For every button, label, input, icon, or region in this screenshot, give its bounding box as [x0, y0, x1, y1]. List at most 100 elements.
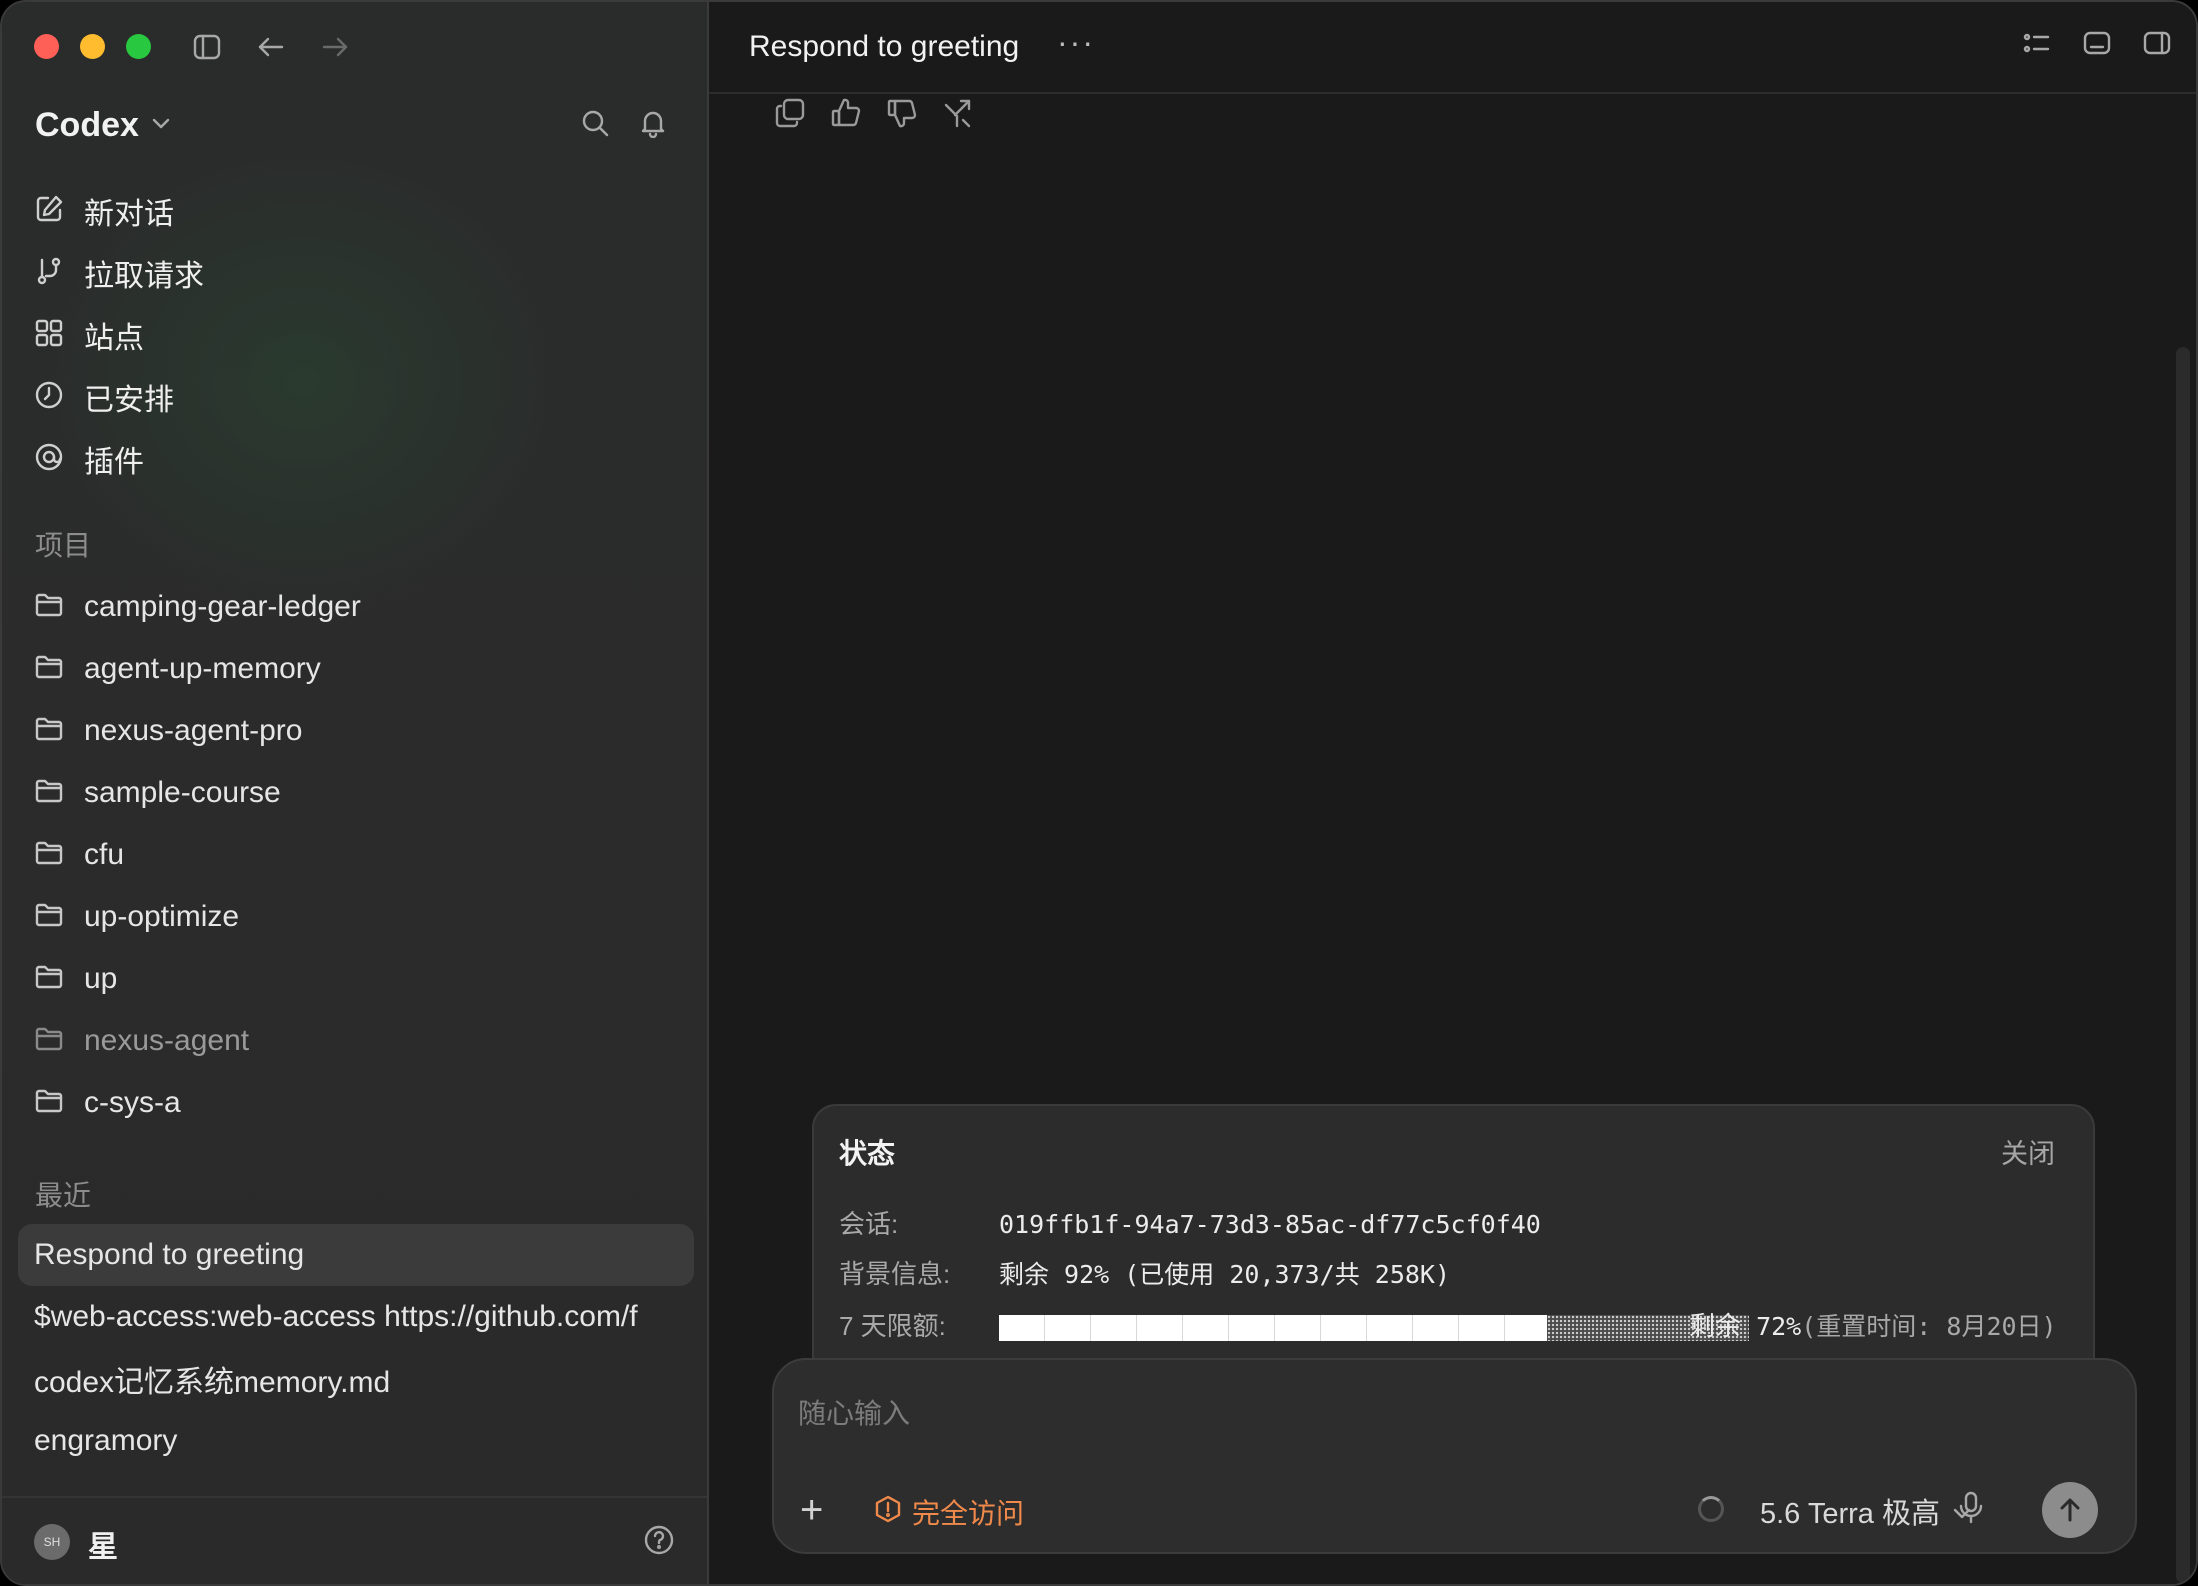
titlebar-actions [2022, 30, 2172, 61]
terminal-panel-icon[interactable] [2082, 30, 2112, 61]
project-item[interactable]: agent-up-memory [34, 638, 684, 700]
right-panel-icon[interactable] [2142, 30, 2172, 61]
nav-pull-requests[interactable]: 拉取请求 [34, 242, 684, 304]
folder-icon [34, 592, 64, 623]
recent-item[interactable]: Respond to greeting [18, 1224, 694, 1286]
main-pane: Respond to greeting ··· 状态 关闭 会话: 019ffb… [709, 2, 2196, 1584]
thumbs-up-icon[interactable] [829, 96, 863, 135]
compose-icon [34, 194, 64, 229]
project-name: camping-gear-ledger [84, 590, 361, 623]
folder-icon [34, 840, 64, 871]
project-list: camping-gear-ledger agent-up-memory nexu… [34, 576, 684, 1134]
loading-spinner-icon [1698, 1496, 1724, 1522]
context-label: 背景信息: [839, 1259, 951, 1289]
forward-arrow-icon[interactable] [318, 30, 352, 64]
recent-item[interactable]: engramory [18, 1410, 694, 1472]
project-item[interactable]: nexus-agent [34, 1010, 684, 1072]
back-arrow-icon[interactable] [254, 30, 288, 64]
close-status-button[interactable]: 关闭 [2001, 1132, 2055, 1171]
project-item[interactable]: c-sys-a [34, 1072, 684, 1134]
access-mode-button[interactable]: 完全访问 [874, 1492, 1024, 1532]
project-name: up [84, 962, 118, 995]
close-window-button[interactable] [34, 34, 59, 59]
recent-item[interactable]: $web-access:web-access https://github.co… [18, 1286, 694, 1348]
avatar[interactable]: SH [34, 1524, 70, 1560]
pull-request-icon [34, 256, 64, 291]
access-label: 完全访问 [912, 1498, 1025, 1529]
nav-label: 新对话 [84, 198, 174, 231]
project-item[interactable]: up [34, 948, 684, 1010]
plugin-icon [34, 442, 64, 477]
folder-icon [34, 902, 64, 933]
project-name: agent-up-memory [84, 652, 321, 685]
project-name: c-sys-a [84, 1086, 181, 1119]
project-item[interactable]: nexus-agent-pro [34, 700, 684, 762]
page-title: Respond to greeting [749, 30, 1020, 63]
copy-icon[interactable] [773, 96, 807, 135]
message-input[interactable]: 随心输入 [798, 1392, 910, 1432]
folder-icon [34, 716, 64, 747]
zoom-window-button[interactable] [126, 34, 151, 59]
send-button[interactable] [2042, 1482, 2098, 1538]
add-attachment-button[interactable]: + [800, 1490, 823, 1530]
recent-heading: 最近 [35, 1180, 92, 1211]
search-icon[interactable] [580, 108, 610, 143]
project-item[interactable]: up-optimize [34, 886, 684, 948]
recent-item[interactable]: codex记忆系统memory.md [18, 1348, 694, 1410]
account-bar: SH 星 [2, 1496, 707, 1584]
recent-list: Respond to greeting $web-access:web-acce… [18, 1224, 694, 1472]
nav-plugins[interactable]: 插件 [34, 428, 684, 490]
window-controls [34, 34, 151, 59]
nav-new-chat[interactable]: 新对话 [34, 180, 684, 242]
limit-reset: (重置时间: 8月20日) [1801, 1312, 2057, 1341]
nav-label: 拉取请求 [84, 260, 204, 293]
grid-icon [34, 318, 64, 353]
project-name: nexus-agent [84, 1024, 250, 1057]
bell-icon[interactable] [638, 108, 668, 143]
limit-progress-bar [999, 1315, 1749, 1341]
project-item[interactable]: camping-gear-ledger [34, 576, 684, 638]
fork-icon[interactable] [941, 96, 975, 135]
limit-label: 7 天限额: [839, 1311, 946, 1341]
project-item[interactable]: sample-course [34, 762, 684, 824]
limit-percent: 72% [1756, 1312, 1802, 1341]
project-name: sample-course [84, 776, 281, 809]
help-icon[interactable] [643, 1524, 675, 1561]
minimize-window-button[interactable] [80, 34, 105, 59]
project-name: nexus-agent-pro [84, 714, 303, 747]
limit-row: 7 天限额: 剩余 72%(重置时间: 8月20日) [839, 1306, 2057, 1343]
project-item[interactable]: cfu [34, 824, 684, 886]
model-selector[interactable]: 5.6 Terra 极高 [1760, 1490, 1972, 1532]
session-row: 会话: 019ffb1f-94a7-73d3-85ac-df77c5cf0f40 [839, 1204, 1541, 1241]
chevron-down-icon [151, 116, 171, 135]
nav-label: 插件 [84, 446, 144, 479]
project-name: cfu [84, 838, 125, 871]
more-options-button[interactable]: ··· [1057, 24, 1095, 61]
list-icon[interactable] [2022, 30, 2052, 61]
microphone-icon[interactable] [1956, 1490, 1986, 1531]
nav-scheduled[interactable]: 已安排 [34, 366, 684, 428]
composer: 随心输入 + 完全访问 5.6 Terra 极高 [772, 1358, 2137, 1554]
warning-icon [874, 1495, 902, 1530]
sidebar-toolbar [190, 30, 352, 64]
folder-icon [34, 1026, 64, 1057]
sidebar-toggle-icon[interactable] [190, 30, 224, 64]
project-name: up-optimize [84, 900, 240, 933]
context-row: 背景信息: 剩余 92% (已使用 20,373/共 258K) [839, 1254, 1450, 1291]
limit-remaining-text: 剩余 [1689, 1311, 1742, 1341]
model-label: 5.6 Terra 极高 [1760, 1498, 1940, 1530]
status-panel: 状态 关闭 会话: 019ffb1f-94a7-73d3-85ac-df77c5c… [812, 1104, 2095, 1364]
user-name[interactable]: 星 [88, 1522, 118, 1566]
status-title: 状态 [839, 1138, 896, 1169]
nav-sites[interactable]: 站点 [34, 304, 684, 366]
thumbs-down-icon[interactable] [885, 96, 919, 135]
app-window: Codex 新对话 拉取请求 站点 已安排 插件 项目 camping-gear… [0, 0, 2198, 1586]
limit-progress-fill [999, 1315, 1547, 1341]
workspace-switcher[interactable]: Codex [35, 106, 171, 145]
sidebar-actions [580, 108, 668, 143]
session-id: 019ffb1f-94a7-73d3-85ac-df77c5cf0f40 [999, 1210, 1541, 1239]
nav-label: 站点 [84, 322, 144, 355]
scrollbar[interactable] [2176, 347, 2190, 1583]
nav-label: 已安排 [84, 384, 174, 417]
folder-icon [34, 964, 64, 995]
